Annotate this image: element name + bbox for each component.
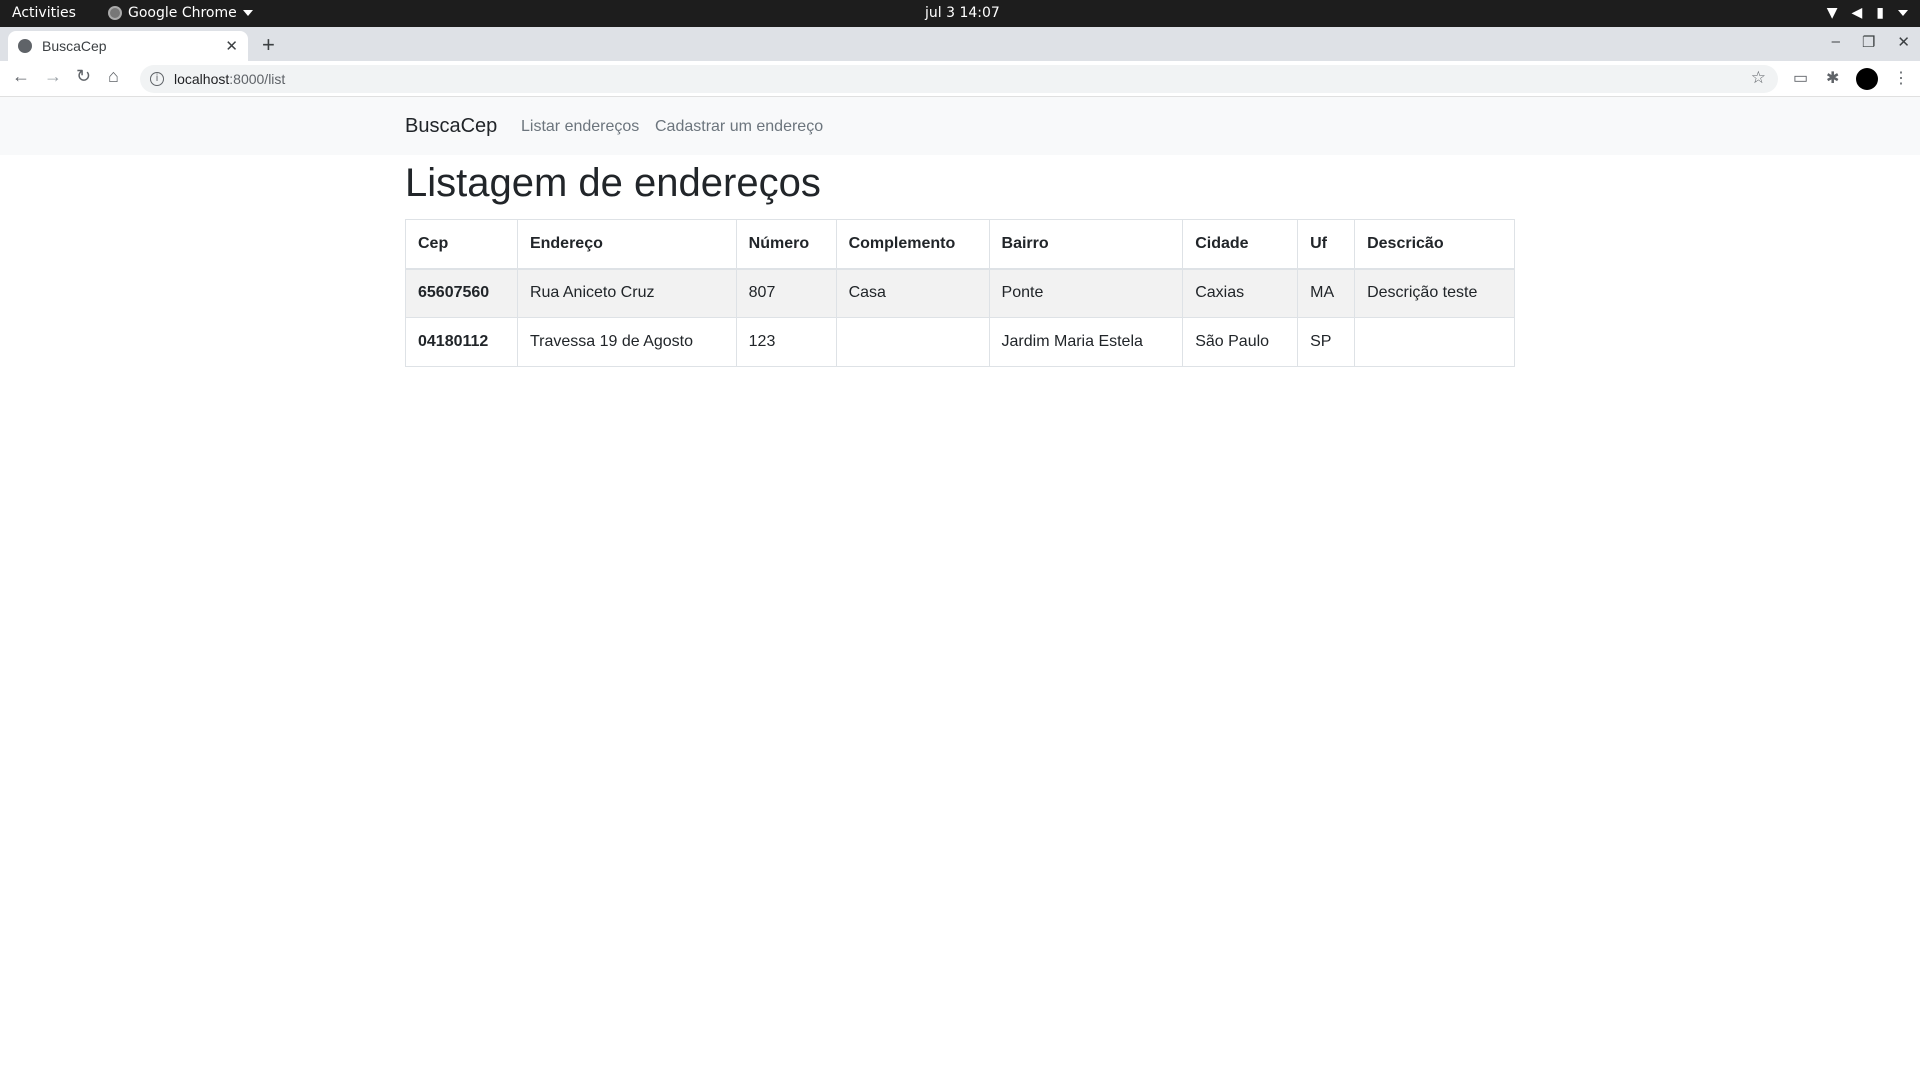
os-top-bar: Activities Google Chrome jul 3 14:07 ▼ ◀… [0, 0, 1920, 27]
url-path: :8000/list [229, 71, 286, 87]
table-cell [1354, 317, 1515, 367]
table-cell [835, 317, 990, 367]
table-cell: Casa [835, 268, 990, 318]
table-row: 65607560 Rua Aniceto Cruz 807 Casa Ponte… [405, 268, 1515, 318]
table-cell: Rua Aniceto Cruz [516, 268, 737, 318]
table-cell: Ponte [988, 268, 1184, 318]
forward-icon[interactable]: → [44, 66, 62, 87]
table-cell: Jardim Maria Estela [988, 317, 1184, 367]
avatar[interactable] [1856, 68, 1878, 90]
app-menu[interactable]: Google Chrome [108, 5, 253, 21]
table-cell: 807 [735, 268, 837, 318]
column-header: Cidade [1182, 219, 1299, 270]
column-header: Cep [405, 219, 518, 270]
wifi-icon: ▼ [1826, 5, 1838, 21]
minimize-icon[interactable]: – [1832, 33, 1840, 51]
cep-cell: 65607560 [405, 268, 518, 318]
activities-button[interactable]: Activities [12, 5, 76, 21]
volume-icon: ◀ [1851, 5, 1863, 21]
tab-title: BuscaCep [42, 38, 107, 54]
page-content: BuscaCep Listar endereços Cadastrar um e… [0, 97, 1920, 1080]
table-cell: SP [1297, 317, 1356, 367]
tab-strip: BuscaCep ✕ + – ❐ ✕ [0, 27, 1920, 61]
column-header: Bairro [988, 219, 1184, 270]
site-navbar: BuscaCep Listar endereços Cadastrar um e… [0, 97, 1920, 155]
app-menu-label: Google Chrome [128, 5, 237, 21]
back-icon[interactable]: ← [12, 66, 30, 87]
column-header: Descricão [1354, 219, 1515, 270]
chevron-down-icon [1898, 10, 1908, 16]
clock[interactable]: jul 3 14:07 [925, 5, 1000, 21]
table-cell: São Paulo [1182, 317, 1299, 367]
url-host: localhost [174, 71, 230, 87]
address-bar[interactable]: i localhost:8000/list ☆ [140, 65, 1778, 93]
table-cell: 123 [735, 317, 837, 367]
globe-icon [18, 39, 32, 53]
reload-icon[interactable]: ↻ [76, 66, 91, 87]
browser-toolbar: ← → ↻ ⌂ i localhost:8000/list ☆ ▭ ✱ ⋮ [0, 61, 1920, 97]
browser-tab[interactable]: BuscaCep ✕ [8, 31, 248, 61]
table-cell: MA [1297, 268, 1356, 318]
nav-link-list[interactable]: Listar endereços [521, 118, 639, 136]
brand-link[interactable]: BuscaCep [405, 115, 497, 138]
star-icon[interactable]: ☆ [1751, 68, 1766, 88]
close-icon[interactable]: ✕ [225, 37, 238, 55]
nav-link-create[interactable]: Cadastrar um endereço [655, 118, 823, 136]
restore-icon[interactable]: ❐ [1862, 33, 1875, 51]
address-table: Cep Endereço Número Complemento Bairro C… [405, 219, 1515, 367]
column-header: Complemento [835, 219, 990, 270]
window-controls: – ❐ ✕ [1832, 33, 1910, 51]
close-window-icon[interactable]: ✕ [1897, 33, 1910, 51]
table-cell: Travessa 19 de Agosto [516, 317, 737, 367]
chevron-down-icon [242, 10, 253, 16]
table-cell: Descrição teste [1354, 268, 1515, 318]
column-header: Número [735, 219, 837, 270]
table-row: 04180112 Travessa 19 de Agosto 123 Jardi… [405, 317, 1515, 367]
table-header-row: Cep Endereço Número Complemento Bairro C… [405, 219, 1515, 270]
system-tray[interactable]: ▼ ◀ ▮ [1827, 5, 1908, 21]
new-tab-button[interactable]: + [262, 32, 275, 58]
extensions-icon[interactable]: ✱ [1826, 68, 1839, 88]
info-icon[interactable]: i [150, 72, 164, 86]
page-title: Listagem de endereços [405, 161, 821, 205]
column-header: Endereço [516, 219, 737, 270]
cast-icon[interactable]: ▭ [1793, 68, 1808, 88]
menu-icon[interactable]: ⋮ [1893, 68, 1909, 88]
home-icon[interactable]: ⌂ [108, 66, 119, 87]
cep-cell: 04180112 [405, 317, 518, 367]
battery-icon: ▮ [1876, 5, 1884, 21]
table-cell: Caxias [1182, 268, 1299, 318]
column-header: Uf [1297, 219, 1356, 270]
chrome-icon [108, 6, 122, 20]
